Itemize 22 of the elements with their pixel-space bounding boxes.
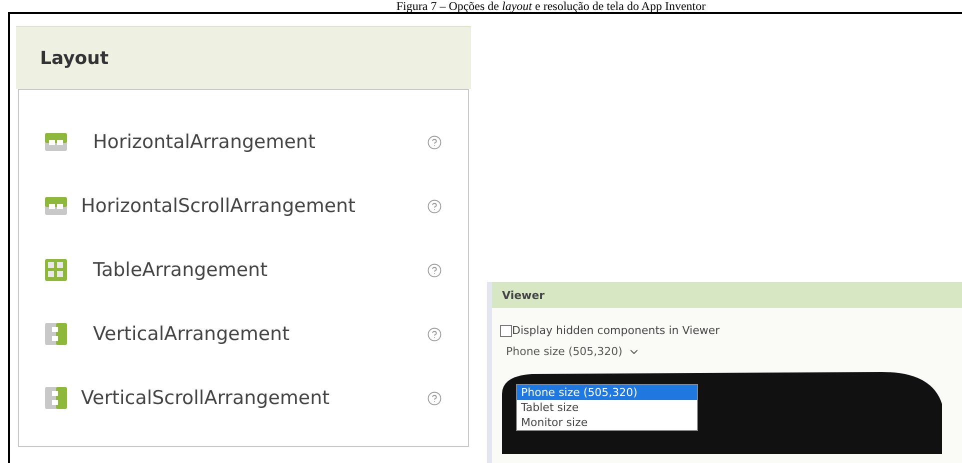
help-icon[interactable]	[427, 326, 442, 342]
help-icon[interactable]	[427, 262, 442, 278]
help-icon[interactable]	[427, 390, 442, 406]
component-label[interactable]: HorizontalArrangement	[93, 131, 427, 153]
viewer-header: Viewer	[492, 282, 962, 308]
help-icon[interactable]	[427, 134, 442, 150]
palette-header: Layout	[16, 26, 471, 89]
row-icon	[45, 131, 67, 153]
help-icon[interactable]	[427, 198, 442, 214]
column-icon	[45, 387, 67, 409]
checkbox[interactable]	[500, 324, 512, 336]
column-icon	[45, 323, 67, 345]
checkbox-label: Display hidden components in Viewer	[512, 324, 720, 337]
row-icon	[45, 195, 67, 217]
grid-icon	[45, 259, 67, 281]
component-label[interactable]: TableArrangement	[93, 259, 427, 281]
component-label[interactable]: VerticalArrangement	[93, 323, 427, 345]
size-select[interactable]: Phone size (505,320)	[502, 343, 644, 360]
component-label[interactable]: HorizontalScrollArrangement	[81, 195, 427, 217]
component-label[interactable]: VerticalScrollArrangement	[81, 387, 427, 409]
figure-caption: Figura 7 – Opções de layout e resolução de tela do App Inventor	[395, 0, 707, 12]
dropdown-option[interactable]: Phone size (505,320)	[517, 385, 697, 400]
